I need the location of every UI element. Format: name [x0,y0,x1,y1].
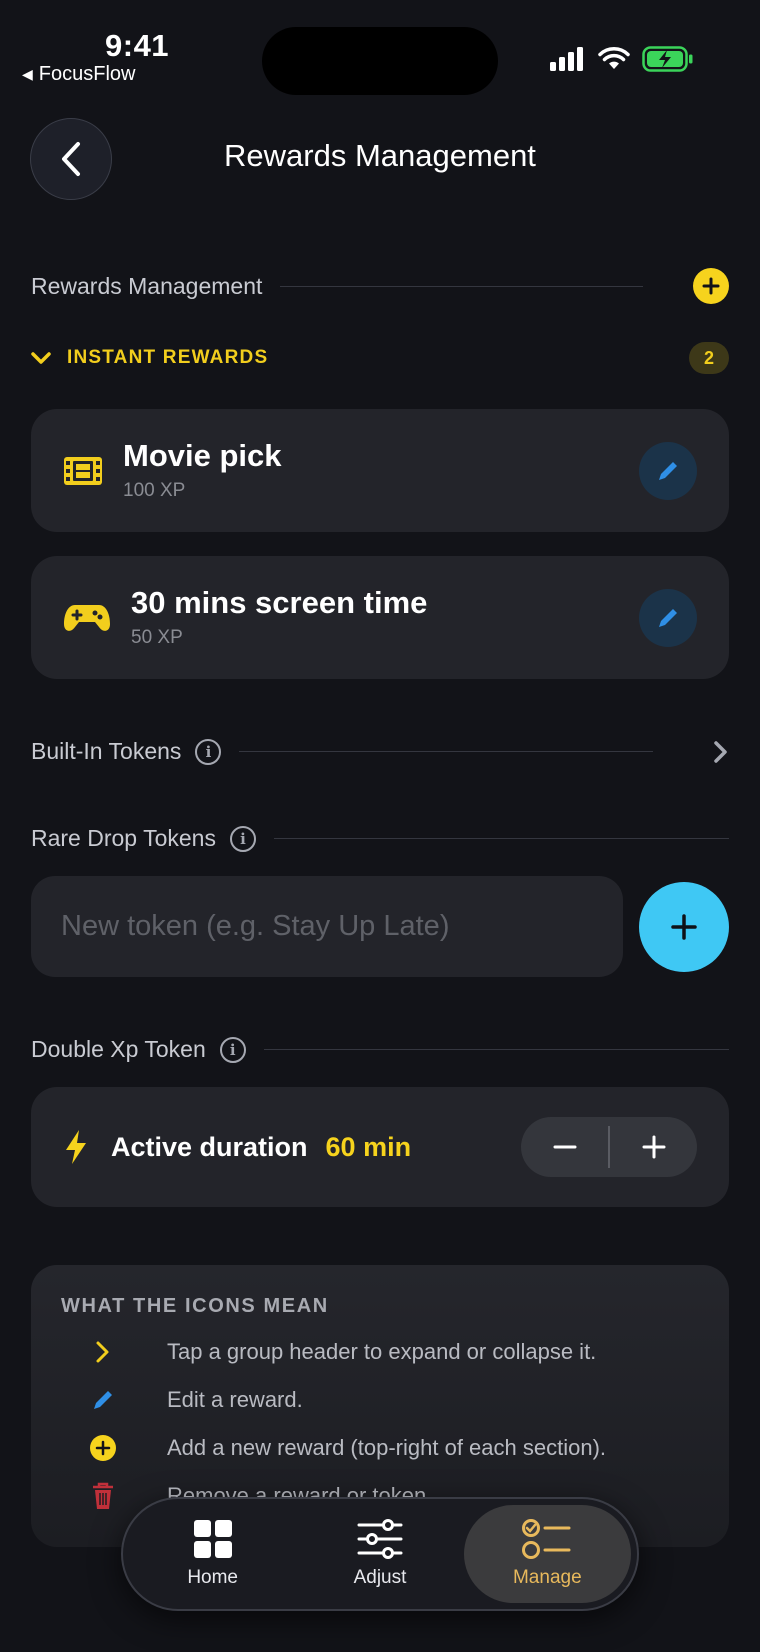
tab-adjust[interactable]: Adjust [296,1505,463,1603]
increase-button[interactable] [610,1117,697,1177]
wifi-icon [598,47,630,69]
reward-xp: 100 XP [123,479,186,501]
info-icon[interactable]: i [229,825,256,852]
pencil-icon [659,461,677,480]
divider [239,751,653,752]
chevron-right-icon [81,1339,125,1365]
add-reward-button[interactable] [693,268,729,304]
built-in-tokens-header[interactable]: Built-In Tokens i [31,738,729,765]
tab-label: Adjust [353,1567,407,1588]
reward-card-screen-time[interactable]: 30 mins screen time 50 XP [31,556,729,679]
reward-xp: 50 XP [131,626,183,648]
edit-reward-button[interactable] [639,588,697,647]
instant-rewards-group-header[interactable]: INSTANT REWARDS 2 [31,342,729,374]
trash-icon [81,1481,125,1511]
rare-drop-tokens-header: Rare Drop Tokens i [31,825,729,852]
divider [280,285,643,287]
tab-home[interactable]: Home [129,1505,296,1603]
status-time: 9:41 [105,28,170,63]
legend-row: Edit a reward. [61,1376,699,1424]
battery-icon [642,46,693,72]
legend-text: Tap a group header to expand or collapse… [167,1339,597,1364]
duration-card: Active duration 60 min [31,1087,729,1207]
plus-icon [671,914,697,940]
film-icon [64,456,102,485]
signal-icon [550,47,583,71]
rewards-section-header: Rewards Management [31,268,729,304]
tab-label: Home [187,1567,238,1588]
divider [273,838,729,839]
double-xp-token-header: Double Xp Token i [31,1036,729,1063]
page-title: Rewards Management [224,138,536,173]
dynamic-island [262,27,498,95]
reward-text: 30 mins screen time 50 XP [131,586,427,648]
decrease-button[interactable] [521,1117,608,1177]
tab-manage[interactable]: Manage [463,1505,631,1603]
gamepad-icon [64,604,110,631]
double-xp-label: Double Xp Token [31,1036,206,1062]
info-icon[interactable]: i [195,738,222,765]
bottom-tab-bar: Home Adjust Manage [121,1497,639,1611]
back-to-app-link[interactable]: ◀ FocusFlow [22,63,135,86]
chevron-right-icon [714,740,727,763]
group-title: INSTANT REWARDS [67,347,269,368]
plus-icon [642,1135,665,1159]
add-token-button[interactable] [639,882,729,972]
chevron-down-icon [31,352,51,364]
duration-stepper[interactable] [521,1117,697,1177]
legend-text: Edit a reward. [167,1387,303,1412]
divider [263,1049,729,1050]
back-triangle-icon: ◀ [22,66,33,82]
reward-name: 30 mins screen time [131,585,428,621]
plus-icon [702,277,720,295]
plus-circle-icon [81,1434,125,1462]
pencil-icon [659,608,677,627]
edit-reward-button[interactable] [639,441,697,500]
count-badge: 2 [689,342,729,374]
legend-row: Tap a group header to expand or collapse… [61,1328,699,1376]
reward-name: Movie pick [123,438,282,474]
duration-label: Active duration [111,1131,308,1162]
back-app-label: FocusFlow [38,63,136,85]
legend-row: Add a new reward (top-right of each sect… [61,1424,699,1472]
legend-text: Add a new reward (top-right of each sect… [167,1435,607,1460]
pencil-icon [81,1387,125,1413]
grid-icon [193,1520,232,1558]
tab-label: Manage [512,1567,582,1588]
rewards-section-label: Rewards Management [31,272,263,299]
reward-card-movie-pick[interactable]: Movie pick 100 XP [31,409,729,532]
legend-title: WHAT THE ICONS MEAN [61,1295,329,1317]
sliders-icon [357,1519,403,1559]
rare-drop-tokens-label: Rare Drop Tokens [31,825,216,851]
new-token-input[interactable]: New token (e.g. Stay Up Late) [31,876,623,977]
info-icon[interactable]: i [219,1036,246,1063]
built-in-tokens-label: Built-In Tokens [31,738,182,764]
status-icons [550,46,694,72]
duration-value: 60 min [325,1131,412,1162]
lightning-icon [66,1130,86,1164]
reward-text: Movie pick 100 XP [123,439,282,501]
checklist-icon [522,1519,571,1559]
minus-icon [553,1145,576,1149]
